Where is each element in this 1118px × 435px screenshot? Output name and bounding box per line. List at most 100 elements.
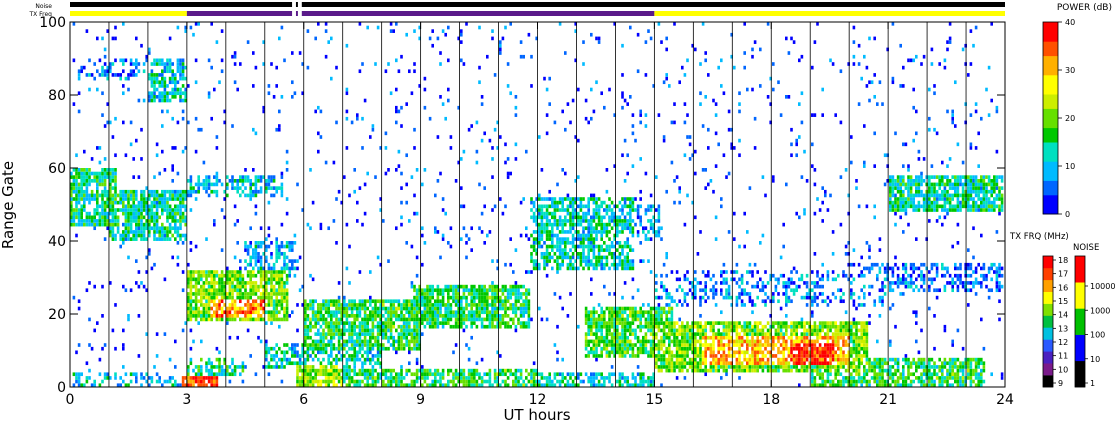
echo-cell [551,230,554,234]
echo-cell [213,365,216,369]
echo-cell [499,368,502,373]
echo-cell [462,62,466,66]
echo-cell [181,98,185,103]
echo-cell [590,244,593,249]
echo-cell [569,219,572,223]
echo-cell [577,237,580,241]
echo-cell [454,288,458,293]
echo-cell [423,303,427,307]
echo-cell [384,131,388,136]
echo-cell [678,332,681,336]
echo-cell [441,303,445,307]
echo-cell [387,324,390,329]
echo-cell [371,310,375,315]
echo-cell [605,211,609,216]
echo-cell [436,317,440,322]
echo-cell [587,310,590,315]
echo-cell [161,233,164,238]
echo-cell [639,306,642,311]
echo-cell [564,248,567,252]
echo-cell [210,306,213,311]
echo-cell [306,376,310,380]
echo-cell [582,230,585,234]
echo-cell [587,259,590,263]
echo-cell [119,200,122,205]
echo-cell [470,226,473,231]
echo-cell [439,62,442,66]
echo-cell [631,259,635,263]
echo-cell [72,189,76,194]
echo-cell [410,91,414,96]
echo-cell [480,95,484,99]
echo-cell [311,277,315,282]
echo-cell [629,262,632,267]
echo-cell [166,226,169,231]
echo-cell [415,339,419,344]
echo-cell [434,310,437,315]
echo-cell [101,222,104,227]
echo-cell [254,262,258,267]
echo-cell [447,292,450,296]
echo-cell [259,284,263,289]
echo-cell [148,252,151,256]
echo-cell [197,22,200,26]
echo-cell [626,379,629,384]
echo-cell [119,197,122,201]
echo-cell [319,361,323,366]
echo-cell [293,350,297,355]
echo-cell [629,266,632,271]
echo-cell [590,262,593,267]
echo-cell [270,284,273,289]
echo-cell [161,98,164,103]
echo-cell [400,343,403,347]
echo-cell [470,295,473,300]
echo-cell [579,379,583,384]
echo-cell [332,372,336,377]
echo-cell [514,284,518,289]
echo-cell [538,215,541,220]
echo-cell [239,299,242,304]
echo-cell [522,292,525,296]
echo-cell [444,310,447,315]
echo-cell [509,171,512,176]
echo-cell [397,317,401,322]
echo-cell [304,317,307,322]
echo-cell [636,69,640,74]
echo-cell [621,376,624,380]
echo-cell [548,230,551,234]
echo-cell [249,255,252,260]
echo-cell [220,29,224,33]
echo-cell [283,295,286,300]
echo-cell [421,182,424,187]
echo-cell [288,259,291,263]
echo-cell [96,200,99,205]
echo-cell [480,379,484,384]
echo-cell [410,281,414,285]
echo-cell [283,314,286,318]
echo-cell [137,230,141,234]
echo-cell [275,365,278,369]
echo-cell [98,182,102,187]
echo-cell [356,116,359,121]
echo-cell [194,379,198,384]
echo-cell [415,168,419,172]
echo-cell [449,295,453,300]
echo-cell [540,230,544,234]
echo-cell [473,299,476,304]
echo-cell [462,314,466,318]
echo-cell [467,292,471,296]
echo-cell [506,292,510,296]
echo-cell [384,146,388,150]
echo-cell [623,306,627,311]
echo-cell [486,299,489,304]
echo-cell [205,277,208,282]
echo-cell [270,62,273,66]
echo-cell [415,328,419,333]
echo-cell [657,368,661,373]
echo-cell [462,288,466,293]
echo-cell [402,299,406,304]
echo-cell [296,379,299,384]
echo-cell [244,365,247,369]
echo-cell [345,91,349,96]
echo-cell [647,328,650,333]
